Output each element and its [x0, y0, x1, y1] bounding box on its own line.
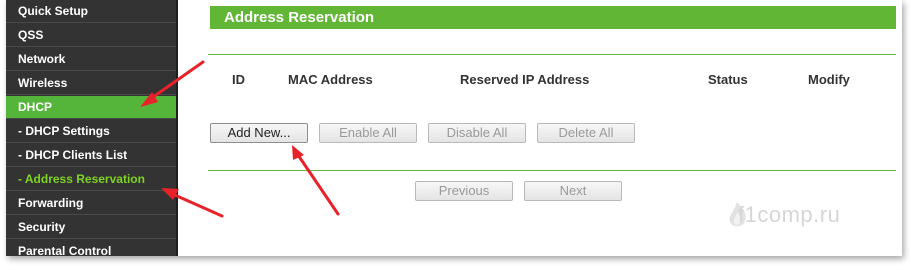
- router-admin-window: Quick Setup QSS Network Wireless DHCP - …: [6, 0, 902, 256]
- annotation-arrows: [140, 60, 340, 218]
- arrow-to-address-reservation: [166, 190, 224, 218]
- arrow-to-add-new: [294, 150, 340, 216]
- arrow-to-dhcp: [144, 60, 205, 104]
